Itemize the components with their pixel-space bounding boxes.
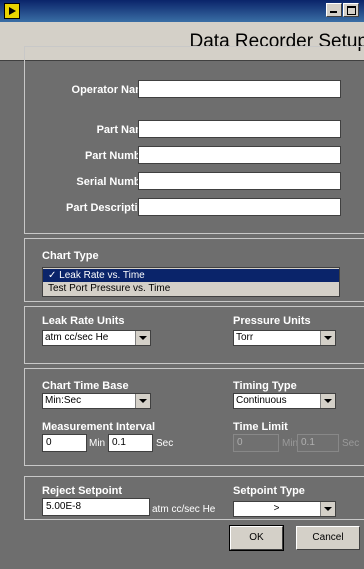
time-limit-label: Time Limit <box>233 421 288 433</box>
cancel-button[interactable]: Cancel <box>296 526 360 550</box>
setpoint-type-value: > <box>273 503 280 514</box>
interval-sec-unit: Sec <box>156 438 174 449</box>
chevron-down-icon <box>135 331 150 345</box>
timing-group: Chart Time Base Min:Sec Timing Type Cont… <box>24 368 364 466</box>
part-name-field[interactable] <box>138 120 341 138</box>
app-icon[interactable] <box>4 3 20 19</box>
chevron-down-icon <box>320 394 335 408</box>
pressure-units-label: Pressure Units <box>233 315 311 327</box>
limit-sec-unit: Sec <box>342 438 360 449</box>
chevron-down-icon <box>320 331 335 345</box>
limit-min-unit: Min <box>282 438 299 449</box>
leak-rate-units-label: Leak Rate Units <box>42 315 125 327</box>
reject-setpoint-field[interactable]: 5.00E-8 <box>42 498 150 516</box>
reject-group: Reject Setpoint 5.00E-8 atm cc/sec He Se… <box>24 476 364 520</box>
interval-min-field[interactable]: 0 <box>42 434 87 452</box>
chart-time-base-value: Min:Sec <box>45 395 82 406</box>
operator-part-group: Operator Name Part Name Part Number Seri… <box>24 46 364 234</box>
pressure-units-value: Torr <box>236 332 254 343</box>
chart-type-label: Chart Type <box>42 250 99 262</box>
setpoint-type-label: Setpoint Type <box>233 485 305 497</box>
units-group: Leak Rate Units atm cc/sec He Pressure U… <box>24 306 364 364</box>
timing-type-label: Timing Type <box>233 380 297 392</box>
timing-type-value: Continuous <box>236 395 287 406</box>
chart-time-base-select[interactable]: Min:Sec <box>42 393 151 409</box>
dialog-client: Data Recorder Setup Operator Name Part N… <box>0 22 364 569</box>
operator-name-field[interactable] <box>138 80 341 98</box>
setpoint-type-select[interactable]: > <box>233 501 336 517</box>
chevron-down-icon <box>320 502 335 516</box>
chart-type-listbox[interactable]: ✓ Leak Rate vs. Time Test Port Pressure … <box>42 267 340 297</box>
measurement-interval-label: Measurement Interval <box>42 421 156 433</box>
interval-min-unit: Min <box>89 438 106 449</box>
title-bar <box>0 0 364 22</box>
leak-rate-units-value: atm cc/sec He <box>45 332 109 343</box>
chevron-down-icon <box>135 394 150 408</box>
pressure-units-select[interactable]: Torr <box>233 330 336 346</box>
chart-type-option-leak-rate[interactable]: ✓ Leak Rate vs. Time <box>43 269 339 282</box>
minimize-button[interactable] <box>326 3 342 17</box>
maximize-button[interactable] <box>343 3 359 17</box>
part-number-field[interactable] <box>138 146 341 164</box>
limit-min-field: 0 <box>233 434 279 452</box>
serial-number-field[interactable] <box>138 172 341 190</box>
chart-type-option-port-pressure[interactable]: Test Port Pressure vs. Time <box>43 282 339 295</box>
reject-setpoint-unit: atm cc/sec He <box>152 504 216 515</box>
part-description-field[interactable] <box>138 198 341 216</box>
leak-rate-units-select[interactable]: atm cc/sec He <box>42 330 151 346</box>
reject-setpoint-label: Reject Setpoint <box>42 485 123 497</box>
chart-time-base-label: Chart Time Base <box>42 380 129 392</box>
limit-sec-field: 0.1 <box>297 434 339 452</box>
ok-button[interactable]: OK <box>229 525 284 551</box>
interval-sec-field[interactable]: 0.1 <box>108 434 153 452</box>
timing-type-select[interactable]: Continuous <box>233 393 336 409</box>
